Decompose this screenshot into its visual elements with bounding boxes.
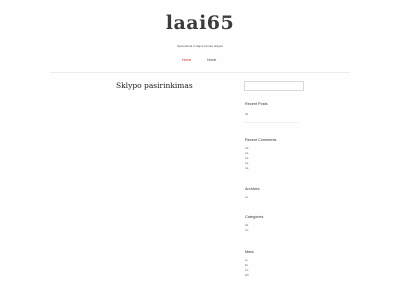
post-title[interactable]: Sklypo pasirinkimas (116, 81, 193, 90)
widget-title-recent-posts: Recent Posts (245, 102, 268, 106)
recent-comment-item[interactable]: Ca (245, 167, 248, 170)
widget-title-recent-comments: Recent Comments (245, 138, 277, 142)
recent-comment-item[interactable]: Ca (245, 152, 248, 155)
meta-link[interactable]: Co (245, 269, 248, 272)
recent-comment-item[interactable]: Ca (245, 162, 248, 165)
recent-post-link[interactable]: Sk (245, 113, 248, 116)
main-navigation: Home Home (0, 58, 400, 66)
search-input[interactable] (244, 81, 304, 91)
site-title[interactable]: laai65 (0, 12, 400, 34)
nav-divider (50, 72, 350, 73)
widget-title-meta: Meta (245, 250, 254, 254)
widget-title-categories: Categories (245, 215, 264, 219)
recent-comment-item[interactable]: Ca (245, 147, 248, 150)
recent-comment-item[interactable]: Ca (245, 157, 248, 160)
nav-item-home[interactable]: Home (182, 58, 191, 62)
archive-link[interactable]: Ja (245, 196, 248, 199)
meta-link[interactable]: En (245, 264, 248, 267)
meta-link[interactable]: Lo (245, 259, 248, 262)
widget-title-archives: Archives (245, 187, 260, 191)
category-link[interactable]: Un (245, 229, 248, 232)
nav-item-secondary[interactable]: Home (207, 58, 216, 62)
meta-link[interactable]: Wo (245, 274, 249, 277)
site-description: Sprendimai ir idėjos žemės sklypui (176, 44, 224, 48)
widget-divider (244, 122, 298, 123)
category-link[interactable]: Ab (245, 224, 248, 227)
